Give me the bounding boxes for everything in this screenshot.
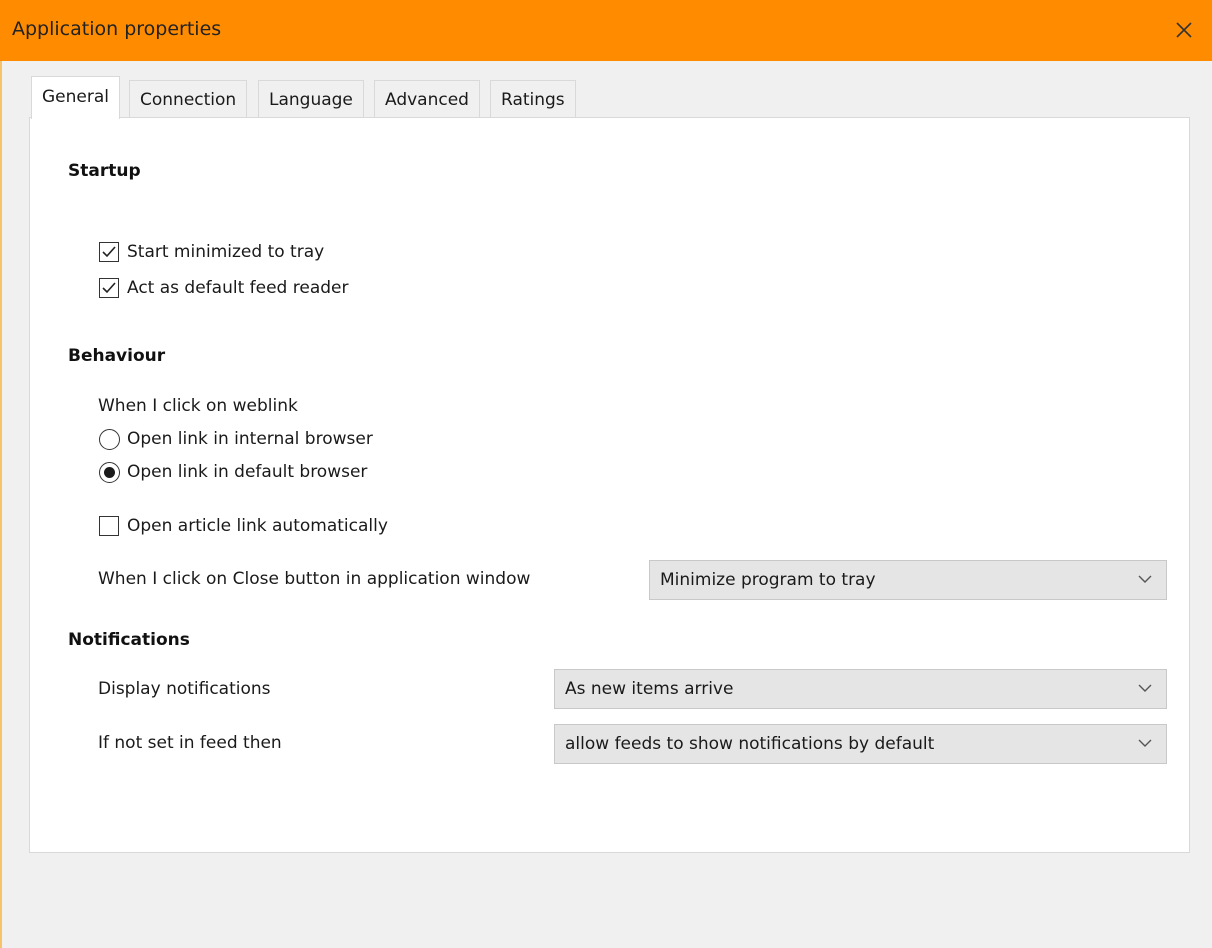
- auto-open-checkbox[interactable]: [99, 516, 119, 536]
- default-notification-label: If not set in feed then: [98, 733, 282, 753]
- radio-selected-dot: [104, 467, 115, 478]
- close-action-dropdown[interactable]: Minimize program to tray: [649, 560, 1167, 600]
- display-notifications-value: As new items arrive: [565, 679, 734, 699]
- behaviour-heading: Behaviour: [68, 346, 166, 366]
- default-reader-checkbox[interactable]: [99, 278, 119, 298]
- notifications-heading: Notifications: [68, 630, 190, 650]
- checkmark-icon: [102, 282, 116, 294]
- display-notifications-dropdown[interactable]: As new items arrive: [554, 669, 1167, 709]
- auto-open-label[interactable]: Open article link automatically: [127, 516, 388, 536]
- title-bar: Application properties: [0, 0, 1212, 61]
- tab-advanced[interactable]: Advanced: [374, 80, 480, 118]
- window-title: Application properties: [12, 18, 222, 40]
- close-icon: [1176, 22, 1192, 38]
- default-reader-label[interactable]: Act as default feed reader: [127, 278, 348, 298]
- tab-ratings[interactable]: Ratings: [490, 80, 576, 118]
- default-browser-radio[interactable]: [99, 462, 120, 483]
- close-action-value: Minimize program to tray: [660, 570, 876, 590]
- tab-language[interactable]: Language: [258, 80, 364, 118]
- checkmark-icon: [102, 246, 116, 258]
- tab-general[interactable]: General: [31, 76, 120, 119]
- chevron-down-icon: [1138, 684, 1152, 692]
- close-button[interactable]: [1164, 10, 1204, 50]
- display-notifications-label: Display notifications: [98, 679, 271, 699]
- tab-connection[interactable]: Connection: [129, 80, 248, 118]
- chevron-down-icon: [1138, 739, 1152, 747]
- startup-heading: Startup: [68, 161, 141, 181]
- start-minimized-checkbox[interactable]: [99, 242, 119, 262]
- default-notification-value: allow feeds to show notifications by def…: [565, 734, 935, 754]
- default-browser-label[interactable]: Open link in default browser: [127, 462, 367, 482]
- internal-browser-label[interactable]: Open link in internal browser: [127, 429, 373, 449]
- internal-browser-radio[interactable]: [99, 429, 120, 450]
- close-action-prompt: When I click on Close button in applicat…: [98, 569, 531, 589]
- weblink-prompt: When I click on weblink: [98, 396, 298, 416]
- default-notification-dropdown[interactable]: allow feeds to show notifications by def…: [554, 724, 1167, 764]
- chevron-down-icon: [1138, 575, 1152, 583]
- start-minimized-label[interactable]: Start minimized to tray: [127, 242, 324, 262]
- general-panel: Startup Start minimized to tray Act as d…: [29, 117, 1190, 853]
